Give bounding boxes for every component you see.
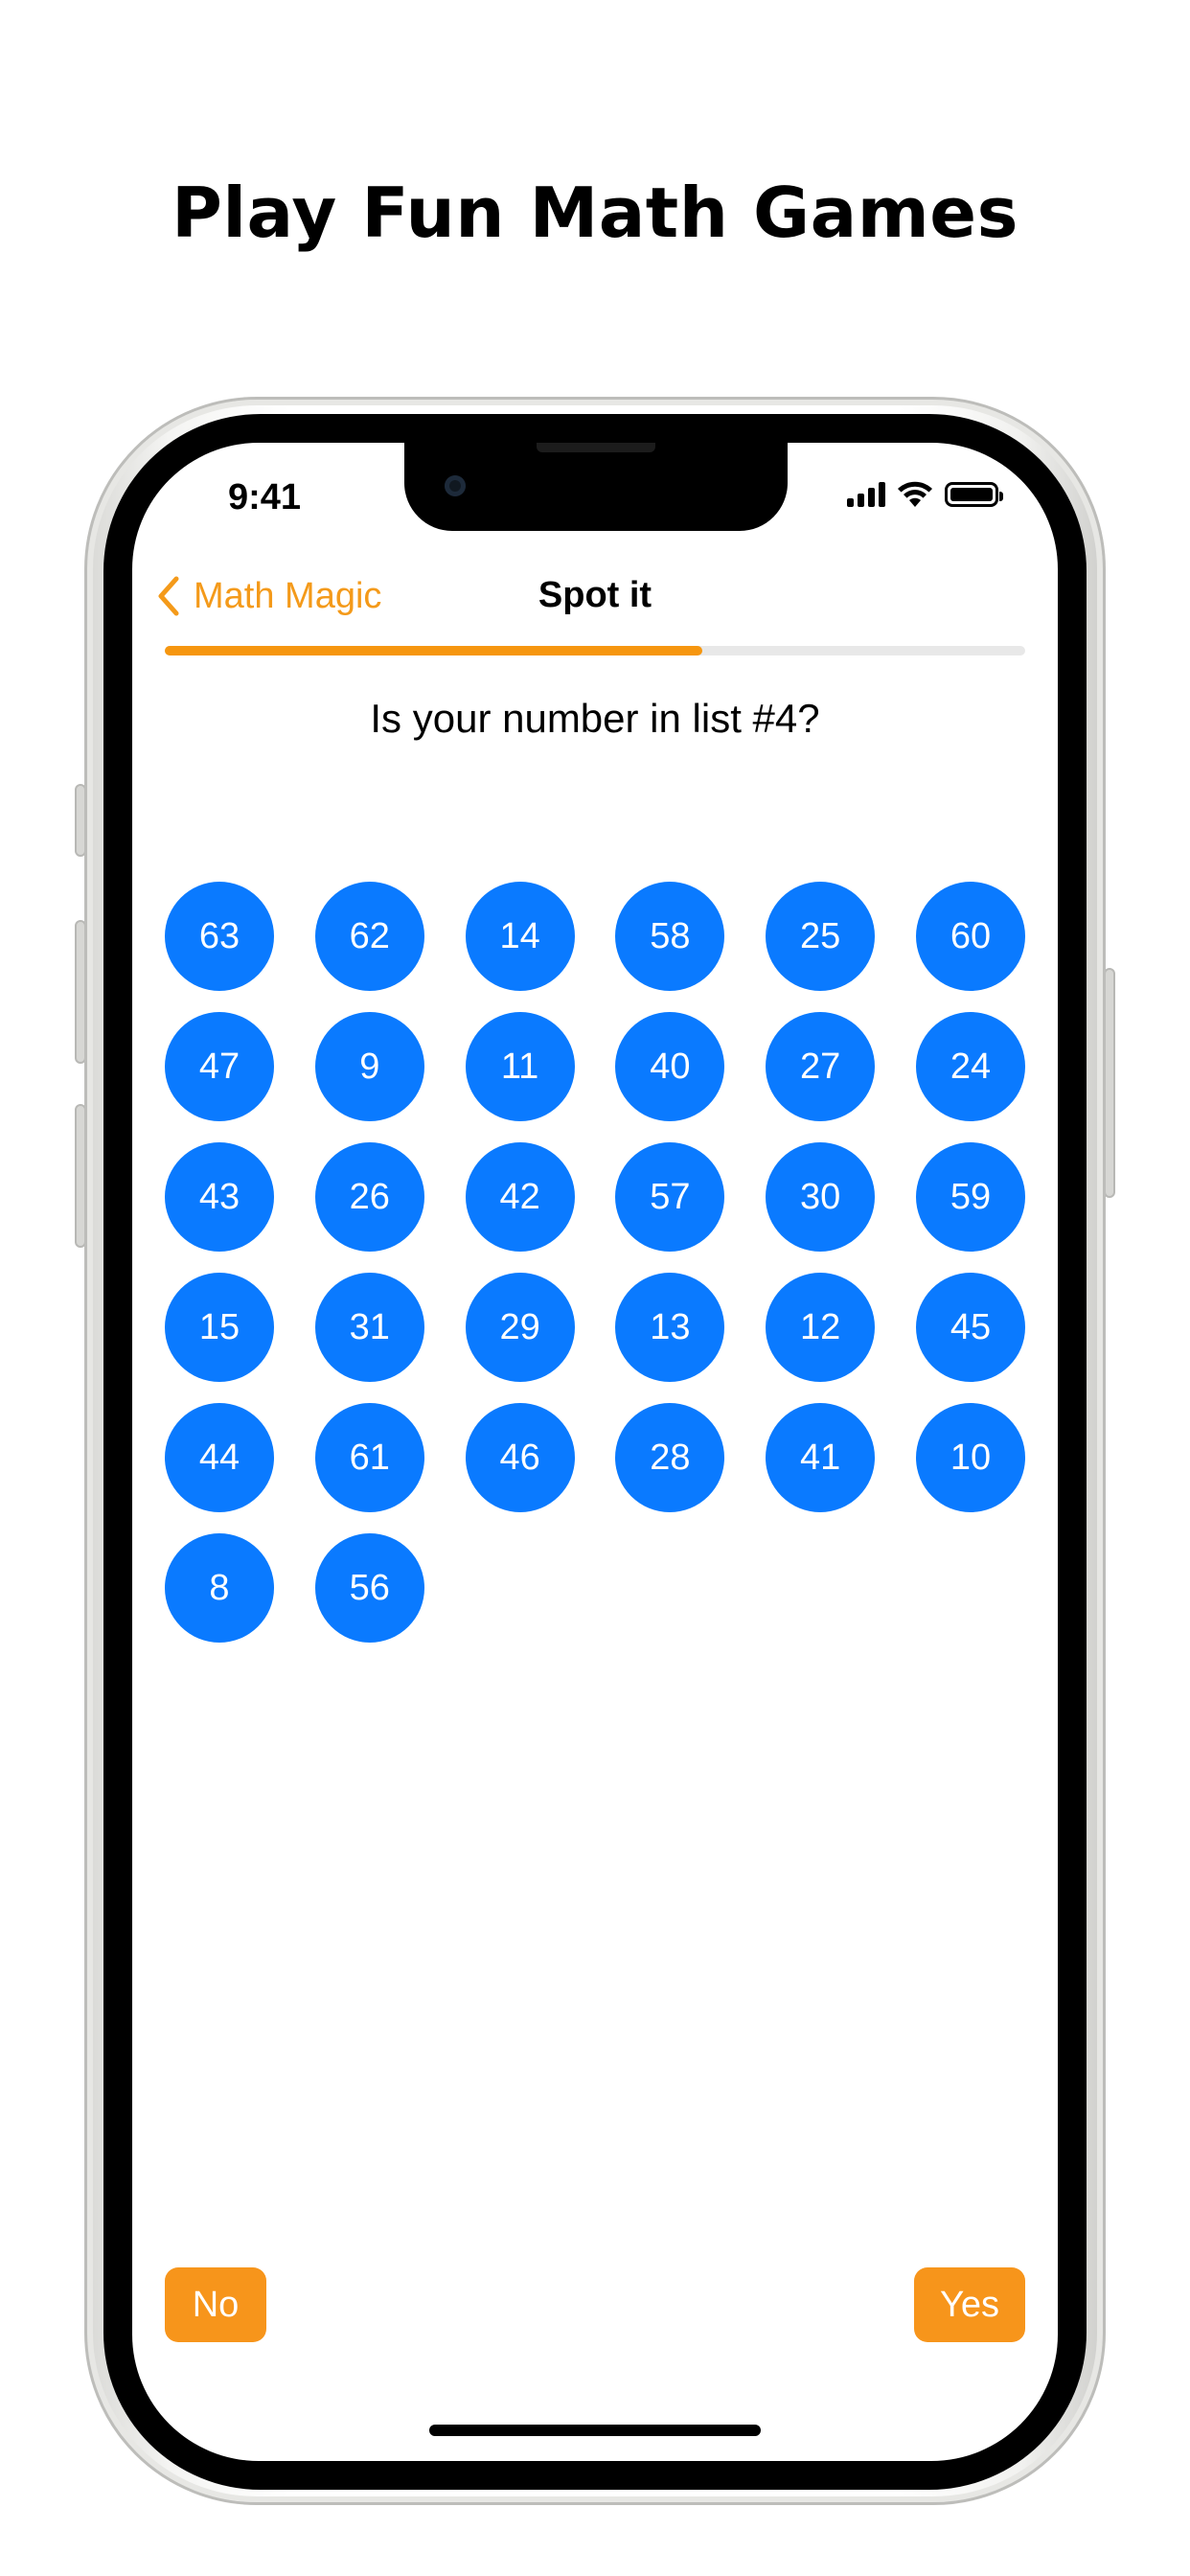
number-bubble[interactable]: 13	[615, 1273, 725, 1382]
number-grid: 63 62 14 58 25 60 47 9 11 40 27 24 43 26 42 57 30 59 15 31 2…	[165, 882, 1025, 1643]
number-bubble[interactable]: 62	[314, 882, 424, 991]
number-bubble[interactable]: 57	[615, 1142, 725, 1252]
phone-screen: 9:41 Math Magic Spot it Is your number i…	[132, 443, 1058, 2461]
number-bubble[interactable]: 29	[465, 1273, 575, 1382]
question-text: Is your number in list #4?	[370, 696, 820, 741]
number-bubble[interactable]: 43	[165, 1142, 274, 1252]
number-bubble[interactable]: 60	[915, 882, 1025, 991]
number-bubble[interactable]: 59	[915, 1142, 1025, 1252]
cellular-signal-icon	[847, 482, 885, 507]
no-button[interactable]: No	[165, 2267, 266, 2342]
number-bubble[interactable]: 40	[615, 1012, 725, 1121]
number-bubble[interactable]: 56	[314, 1533, 424, 1643]
number-bubble[interactable]: 46	[465, 1403, 575, 1512]
yes-button[interactable]: Yes	[914, 2267, 1025, 2342]
number-bubble[interactable]: 10	[915, 1403, 1025, 1512]
number-bubble[interactable]: 30	[766, 1142, 876, 1252]
number-bubble[interactable]: 25	[766, 882, 876, 991]
number-bubble[interactable]: 44	[165, 1403, 274, 1512]
number-bubble[interactable]: 26	[314, 1142, 424, 1252]
wifi-icon	[898, 481, 932, 507]
number-bubble[interactable]: 12	[766, 1273, 876, 1382]
progress-fill	[165, 646, 703, 656]
notch	[404, 443, 788, 531]
number-bubble[interactable]: 41	[766, 1403, 876, 1512]
speaker-grille	[537, 443, 655, 452]
number-bubble[interactable]: 27	[766, 1012, 876, 1121]
status-time: 9:41	[228, 477, 302, 518]
nav-title: Spot it	[538, 575, 652, 615]
number-bubble[interactable]: 31	[314, 1273, 424, 1382]
progress-bar	[165, 646, 1025, 656]
number-bubble[interactable]: 45	[915, 1273, 1025, 1382]
number-bubble[interactable]: 9	[314, 1012, 424, 1121]
status-icons	[847, 481, 1003, 508]
home-indicator[interactable]	[429, 2425, 761, 2436]
number-bubble[interactable]: 11	[465, 1012, 575, 1121]
number-bubble[interactable]: 15	[165, 1273, 274, 1382]
battery-icon	[945, 482, 1003, 507]
number-bubble[interactable]: 61	[314, 1403, 424, 1512]
number-bubble[interactable]: 28	[615, 1403, 725, 1512]
page-headline: Play Fun Math Games	[172, 172, 1018, 253]
number-bubble[interactable]: 63	[165, 882, 274, 991]
front-camera-icon	[445, 475, 466, 496]
number-bubble[interactable]: 8	[165, 1533, 274, 1643]
number-bubble[interactable]: 58	[615, 882, 725, 991]
number-bubble[interactable]: 47	[165, 1012, 274, 1121]
number-bubble[interactable]: 42	[465, 1142, 575, 1252]
number-bubble[interactable]: 24	[915, 1012, 1025, 1121]
number-bubble[interactable]: 14	[465, 882, 575, 991]
